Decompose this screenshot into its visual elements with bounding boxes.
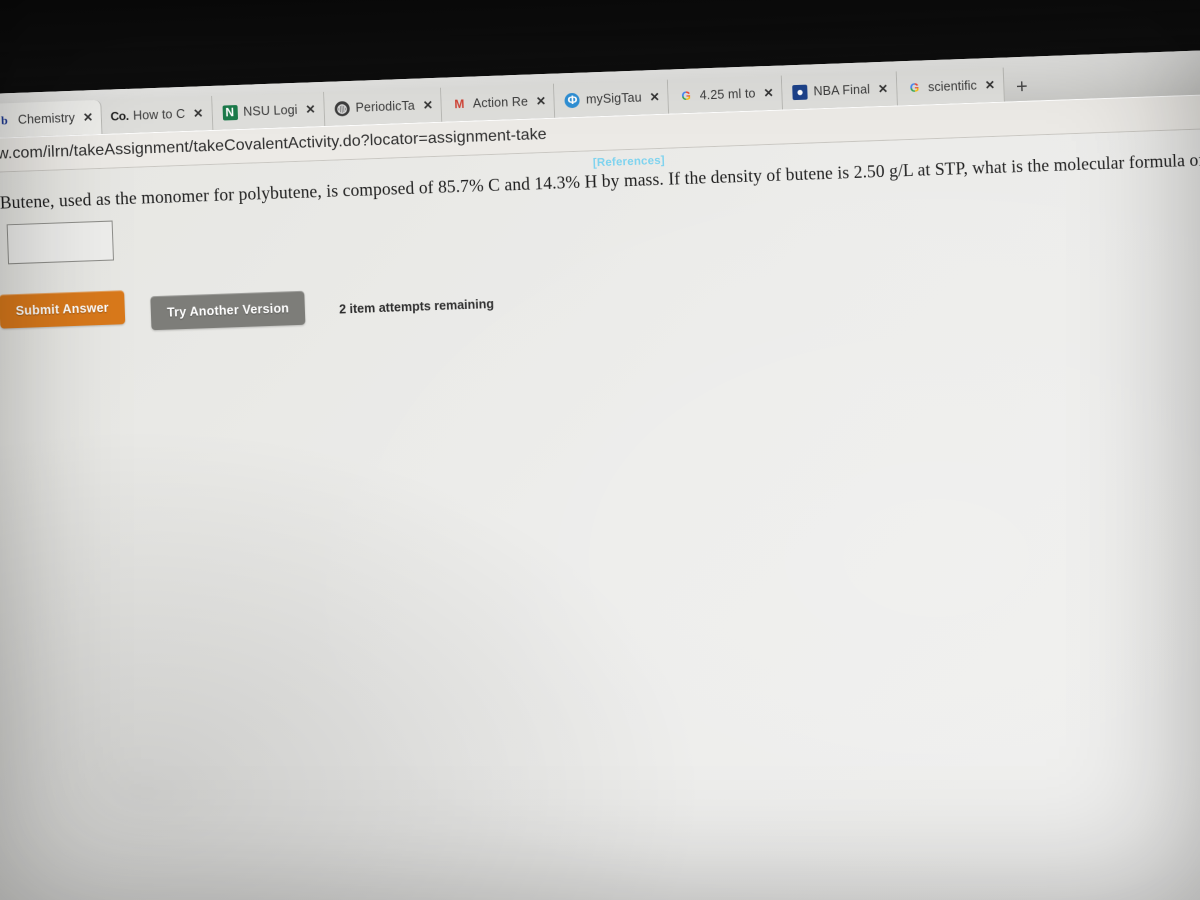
tab-close-icon[interactable]: ✕ xyxy=(983,78,996,92)
tab-close-icon[interactable]: ✕ xyxy=(421,98,434,112)
bartleby-b-icon: b xyxy=(0,113,9,128)
tab-close-icon[interactable]: ✕ xyxy=(81,110,94,124)
nsu-n-icon: N xyxy=(222,104,238,121)
browser-tab-action-required[interactable]: M Action Re ✕ xyxy=(441,83,556,122)
tab-close-icon[interactable]: ✕ xyxy=(876,82,889,96)
tab-close-icon[interactable]: ✕ xyxy=(191,106,204,120)
google-g-icon: G xyxy=(907,80,923,96)
attempts-remaining-label: 2 item attempts remaining xyxy=(338,296,495,317)
globe-icon: ◍ xyxy=(334,100,350,117)
browser-tab-mysigtau[interactable]: Φ mySigTau ✕ xyxy=(554,79,670,118)
tab-close-icon[interactable]: ✕ xyxy=(534,94,547,108)
assignment-page: [References] Butene, used as the monomer… xyxy=(0,126,1200,900)
tab-close-icon[interactable]: ✕ xyxy=(303,102,316,116)
browser-tab-nba-finals[interactable]: ● NBA Final ✕ xyxy=(781,71,898,110)
nba-icon: ● xyxy=(792,84,808,100)
screen-photo: ‹ b Chemistry ✕ Co. How to C ✕ N NSU Log… xyxy=(0,0,1200,900)
tab-close-icon[interactable]: ✕ xyxy=(647,90,660,104)
tab-title: mySigTau xyxy=(585,90,642,107)
browser-tab-periodic-table[interactable]: ◍ PeriodicTa ✕ xyxy=(323,87,443,126)
answer-input[interactable] xyxy=(6,220,115,265)
assignment-action-row: Submit Answer Try Another Version 2 item… xyxy=(0,277,494,336)
gmail-m-icon: M xyxy=(454,96,465,112)
tab-title: NBA Final xyxy=(813,82,871,99)
coursehero-icon: Co. xyxy=(110,108,129,124)
tab-title: How to C xyxy=(132,106,186,123)
google-g-icon: G xyxy=(678,88,694,104)
submit-answer-button[interactable]: Submit Answer xyxy=(0,290,126,329)
tab-title: 4.25 ml to xyxy=(699,86,756,103)
tab-close-icon[interactable]: ✕ xyxy=(761,86,774,100)
tab-title: PeriodicTa xyxy=(355,98,416,115)
browser-tab-425-ml-to[interactable]: G 4.25 ml to ✕ xyxy=(668,75,784,114)
browser-tab-how-to-c[interactable]: Co. How to C ✕ xyxy=(101,95,213,134)
tab-title: NSU Logi xyxy=(243,102,298,119)
tab-title: Chemistry xyxy=(17,110,76,127)
tab-title: Action Re xyxy=(472,94,529,111)
browser-window: ‹ b Chemistry ✕ Co. How to C ✕ N NSU Log… xyxy=(0,47,1200,900)
sigtau-circle-icon: Φ xyxy=(564,92,581,108)
tab-title: scientific xyxy=(927,78,978,95)
browser-tab-chemistry[interactable]: b Chemistry ✕ xyxy=(0,99,103,138)
new-tab-button[interactable]: + xyxy=(1004,76,1041,101)
browser-tab-scientific[interactable]: G scientific ✕ xyxy=(896,67,1005,106)
try-another-version-button[interactable]: Try Another Version xyxy=(150,290,306,331)
references-link[interactable]: [References] xyxy=(593,155,665,170)
browser-tab-nsu-login[interactable]: N NSU Logi ✕ xyxy=(211,91,326,130)
